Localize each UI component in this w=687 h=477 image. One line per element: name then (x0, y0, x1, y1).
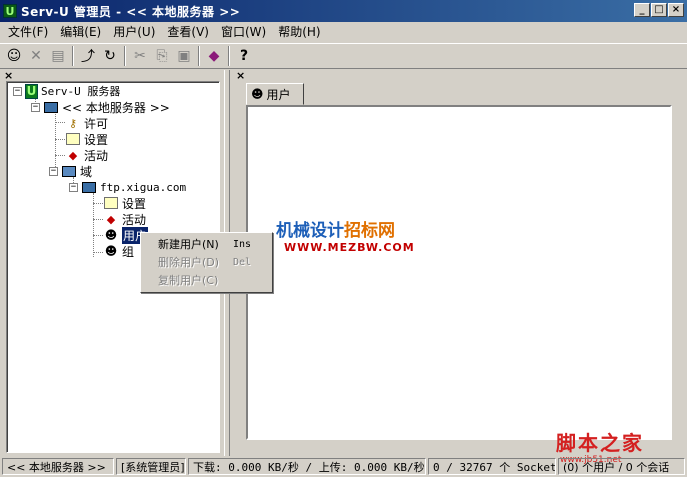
status-server: << 本地服务器 >> (2, 458, 114, 475)
serv-u-icon: U (25, 83, 38, 99)
connect-icon: ☺ (6, 48, 22, 64)
users-list-area[interactable] (246, 105, 672, 440)
status-bar: << 本地服务器 >> [系统管理员] 下载: 0.000 KB/秒 / 上传:… (0, 456, 687, 477)
menu-file[interactable]: 文件(F) (2, 23, 54, 41)
collapse-toggle-icon[interactable]: − (31, 102, 40, 112)
user-icon: ☻ (251, 87, 264, 101)
watermark-brand: 脚本之家 (556, 431, 644, 455)
book-button[interactable]: ◆ (203, 45, 225, 67)
watermark-mezbw: 机械设计招标网 (276, 216, 395, 241)
tree-item-label: 许可 (84, 116, 109, 131)
tree-item-domain-ftp[interactable]: − ftp.xigua.com (69, 179, 186, 195)
title-bar: U Serv-U 管理员 - << 本地服务器 >> _ □ × (0, 0, 687, 22)
status-role: [系统管理员] (116, 458, 186, 475)
tab-label: 用户 (266, 87, 291, 102)
menu-view[interactable]: 查看(V) (161, 23, 215, 41)
paste-icon: ▣ (177, 48, 191, 64)
tree-item-label: 活动 (122, 212, 147, 227)
copy-icon: ⎘ (156, 48, 168, 64)
settings-chart-icon (103, 196, 119, 211)
tab-users[interactable]: ☻ 用户 (246, 83, 304, 105)
paste-button[interactable]: ▣ (173, 45, 195, 67)
cut-icon: ✂ (134, 48, 146, 64)
watermark-text: 机械设计 (276, 221, 344, 241)
tree-item-label: ftp.xigua.com (100, 180, 187, 194)
maximize-button[interactable]: □ (651, 3, 667, 17)
status-transfer: 下载: 0.000 KB/秒 / 上传: 0.000 KB/秒 (188, 458, 426, 475)
delete-button[interactable]: ✕ (25, 45, 47, 67)
computer-icon (43, 100, 59, 115)
serv-u-app-icon: U (3, 4, 17, 18)
menu-bar: 文件(F) 编辑(E) 用户(U) 查看(V) 窗口(W) 帮助(H) (0, 22, 687, 42)
tree-item-serv-u-servers[interactable]: − U Serv-U 服务器 (13, 83, 120, 99)
tree-item-local-server[interactable]: − << 本地服务器 >> (31, 99, 170, 115)
properties-button[interactable]: ▤ (47, 45, 69, 67)
menu-item-shortcut: Ins (233, 238, 252, 250)
toolbar-separator (124, 46, 126, 66)
collapse-toggle-icon[interactable]: − (13, 86, 22, 96)
minimize-button[interactable]: _ (634, 3, 650, 17)
user-context-menu: 新建用户(N) Ins 删除用户(D) Del 复制用户(C) (140, 232, 273, 293)
toolbar-separator (228, 46, 230, 66)
menu-edit[interactable]: 编辑(E) (54, 23, 107, 41)
menu-user[interactable]: 用户(U) (107, 23, 161, 41)
menu-item-shortcut: Del (233, 256, 252, 268)
watermark-text: 招标网 (344, 221, 395, 241)
menu-window[interactable]: 窗口(W) (215, 23, 272, 41)
context-menu-copy-user[interactable]: 复制用户(C) (141, 271, 272, 289)
users-pane: ☻ 用户 (242, 81, 675, 453)
window-title: Serv-U 管理员 - << 本地服务器 >> (21, 4, 241, 19)
activity-icon: ◆ (106, 212, 116, 226)
delete-icon: ✕ (30, 48, 42, 64)
copy-button[interactable]: ⎘ (151, 45, 173, 67)
status-users: (0) 个用户 / 0 个会话 (558, 458, 685, 475)
toolbar-separator (72, 46, 74, 66)
toolbar: ☺ ✕ ▤ ⤴ ↻ ✂ ⎘ ▣ ◆ ? (0, 43, 687, 69)
tree-item-label: 域 (80, 164, 93, 179)
window-controls: _ □ × (634, 3, 684, 17)
domain-icon (61, 164, 77, 179)
help-icon: ? (239, 48, 249, 64)
activity-icon: ◆ (68, 148, 78, 162)
tree-item-label: 设置 (122, 196, 147, 211)
book-icon: ◆ (208, 48, 220, 64)
toolbar-separator (198, 46, 200, 66)
connect-button[interactable]: ☺ (3, 45, 25, 67)
menu-item-label: 新建用户(N) (158, 238, 219, 251)
menu-help[interactable]: 帮助(H) (272, 23, 326, 41)
tree-item-domain-activity[interactable]: ◆ 活动 (103, 211, 146, 227)
watermark-url: WWW.MEZBW.COM (284, 241, 415, 254)
settings-chart-icon (65, 132, 81, 147)
up-folder-icon: ⤴ (81, 49, 95, 65)
cut-button[interactable]: ✂ (129, 45, 151, 67)
user-icon: ☻ (104, 228, 118, 242)
tree-item-groups[interactable]: ☻ 组 (103, 243, 134, 259)
close-button[interactable]: × (668, 3, 684, 17)
tree-item-label: 设置 (84, 132, 109, 147)
tree-item-domain-settings[interactable]: 设置 (103, 195, 146, 211)
tree-item-label: Serv-U 服务器 (41, 85, 121, 98)
computer-icon (81, 180, 97, 195)
context-menu-new-user[interactable]: 新建用户(N) Ins (141, 235, 272, 253)
context-menu-delete-user[interactable]: 删除用户(D) Del (141, 253, 272, 271)
tree-item-activity[interactable]: ◆ 活动 (65, 147, 108, 163)
menu-item-label: 复制用户(C) (158, 274, 219, 287)
status-sockets: 0 / 32767 个 Socket (428, 458, 556, 475)
refresh-icon: ↻ (104, 48, 116, 64)
menu-item-label: 删除用户(D) (158, 256, 220, 269)
group-icon: ☻ (104, 244, 118, 258)
refresh-button[interactable]: ↻ (99, 45, 121, 67)
tree-item-license[interactable]: ⚷ 许可 (65, 115, 108, 131)
tree-item-settings[interactable]: 设置 (65, 131, 108, 147)
properties-icon: ▤ (51, 48, 65, 64)
tree-item-label: 活动 (84, 148, 109, 163)
key-icon: ⚷ (68, 116, 78, 130)
collapse-toggle-icon[interactable]: − (69, 182, 78, 192)
tree-item-label: << 本地服务器 >> (62, 100, 170, 115)
up-folder-button[interactable]: ⤴ (77, 45, 99, 67)
tree-item-label: 组 (122, 244, 135, 259)
help-button[interactable]: ? (233, 45, 255, 67)
tree-item-domains[interactable]: − 域 (49, 163, 92, 179)
collapse-toggle-icon[interactable]: − (49, 166, 58, 176)
